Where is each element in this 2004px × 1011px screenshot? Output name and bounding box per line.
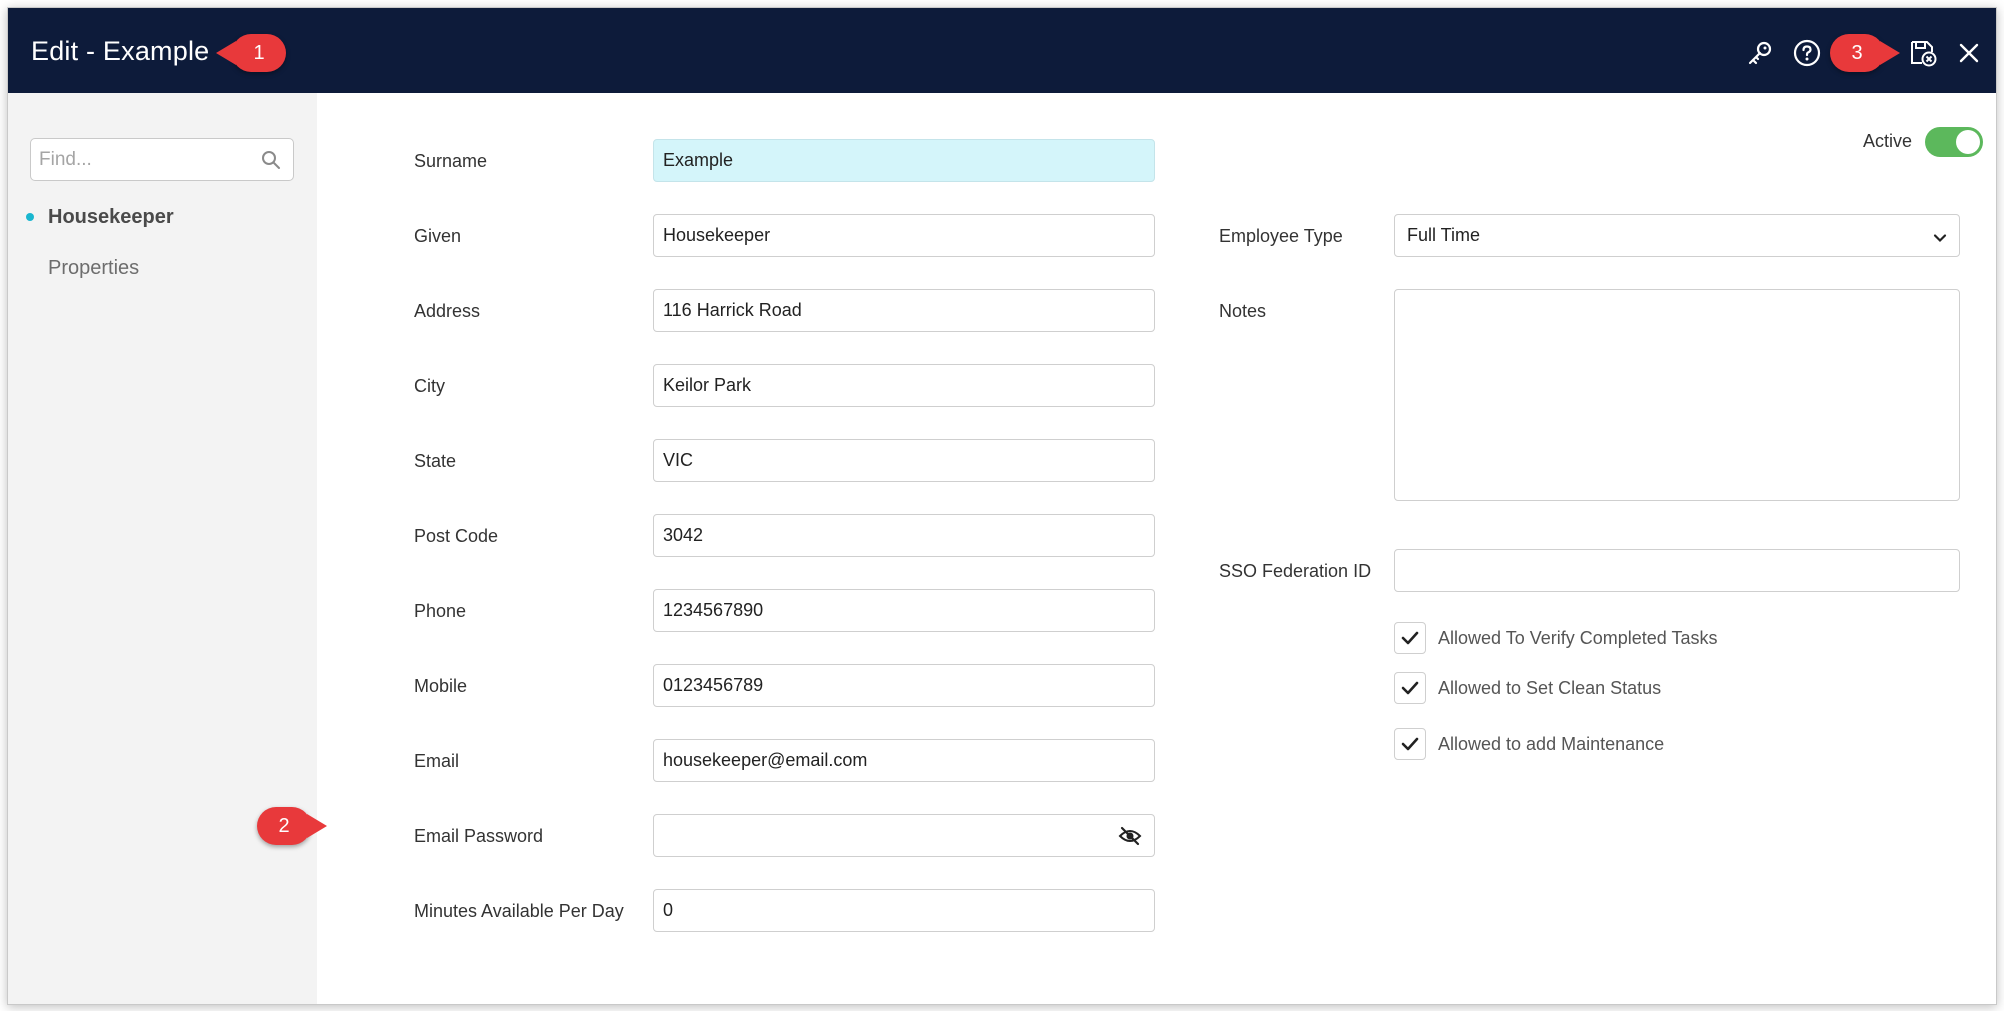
sidebar-item-housekeeper[interactable]: Housekeeper (48, 206, 174, 229)
email-password-label: Email Password (414, 826, 544, 846)
sso-label: SSO Federation ID (1219, 561, 1372, 581)
email-password-input[interactable] (653, 814, 1155, 857)
search-icon[interactable] (261, 150, 281, 175)
notes-textarea[interactable] (1394, 289, 1960, 501)
surname-input[interactable]: Example (653, 139, 1155, 182)
postcode-input[interactable]: 3042 (653, 514, 1155, 557)
checkbox-row-clean-status: Allowed to Set Clean Status (1394, 672, 1661, 704)
help-icon[interactable] (1792, 38, 1822, 68)
active-indicator (26, 213, 34, 221)
employee-type-value: Full Time (1407, 225, 1481, 245)
minutes-input[interactable]: 0 (653, 889, 1155, 932)
verify-tasks-label: Allowed To Verify Completed Tasks (1438, 627, 1718, 648)
minutes-label: Minutes Available Per Day (414, 901, 624, 921)
postcode-label: Post Code (414, 526, 499, 546)
callout-badge-2: 2 (257, 807, 327, 845)
phone-label: Phone (414, 601, 467, 621)
maintenance-checkbox[interactable] (1394, 728, 1426, 760)
city-input[interactable]: Keilor Park (653, 364, 1155, 407)
notes-label: Notes (1219, 301, 1267, 321)
toggle-knob (1956, 130, 1980, 154)
callout-badge-1: 1 (216, 34, 286, 72)
address-label: Address (414, 301, 481, 321)
find-input[interactable] (39, 147, 249, 173)
close-icon[interactable] (1954, 38, 1984, 68)
employee-type-label: Employee Type (1219, 226, 1343, 246)
save-close-icon[interactable] (1908, 38, 1938, 68)
checkbox-row-verify-tasks: Allowed To Verify Completed Tasks (1394, 622, 1717, 654)
active-toggle[interactable] (1925, 127, 1983, 157)
edit-dialog: Edit - Example 1 3 Find... Housekeeper P… (7, 7, 1997, 1005)
eye-slash-icon[interactable] (1118, 826, 1142, 851)
active-label: Active (1863, 131, 1913, 151)
find-box (30, 138, 294, 181)
clean-status-label: Allowed to Set Clean Status (1438, 677, 1662, 698)
mobile-label: Mobile (414, 676, 468, 696)
city-label: City (414, 376, 445, 396)
sidebar-item-properties[interactable]: Properties (48, 257, 139, 280)
email-input[interactable]: housekeeper@email.com (653, 739, 1155, 782)
sidebar: Housekeeper Properties (8, 93, 317, 1004)
dialog-title: Edit - Example (31, 36, 210, 66)
form-area: Active Surname Example Given Housekeeper… (257, 93, 1996, 1004)
maintenance-label: Allowed to add Maintenance (1438, 733, 1665, 754)
chevron-down-icon (1933, 229, 1947, 250)
state-input[interactable]: VIC (653, 439, 1155, 482)
checkbox-row-maintenance: Allowed to add Maintenance (1394, 728, 1664, 760)
employee-type-select[interactable]: Full Time (1394, 214, 1960, 257)
sso-input[interactable] (1394, 549, 1960, 592)
dialog-header: Edit - Example 1 3 (8, 8, 1996, 93)
state-label: State (414, 451, 457, 471)
callout-badge-3: 3 (1830, 34, 1900, 72)
given-input[interactable]: Housekeeper (653, 214, 1155, 257)
surname-label: Surname (414, 151, 488, 171)
phone-input[interactable]: 1234567890 (653, 589, 1155, 632)
verify-tasks-checkbox[interactable] (1394, 622, 1426, 654)
mobile-input[interactable]: 0123456789 (653, 664, 1155, 707)
clean-status-checkbox[interactable] (1394, 672, 1426, 704)
key-icon[interactable] (1745, 38, 1775, 68)
email-label: Email (414, 751, 460, 771)
given-label: Given (414, 226, 462, 246)
address-input[interactable]: 116 Harrick Road (653, 289, 1155, 332)
